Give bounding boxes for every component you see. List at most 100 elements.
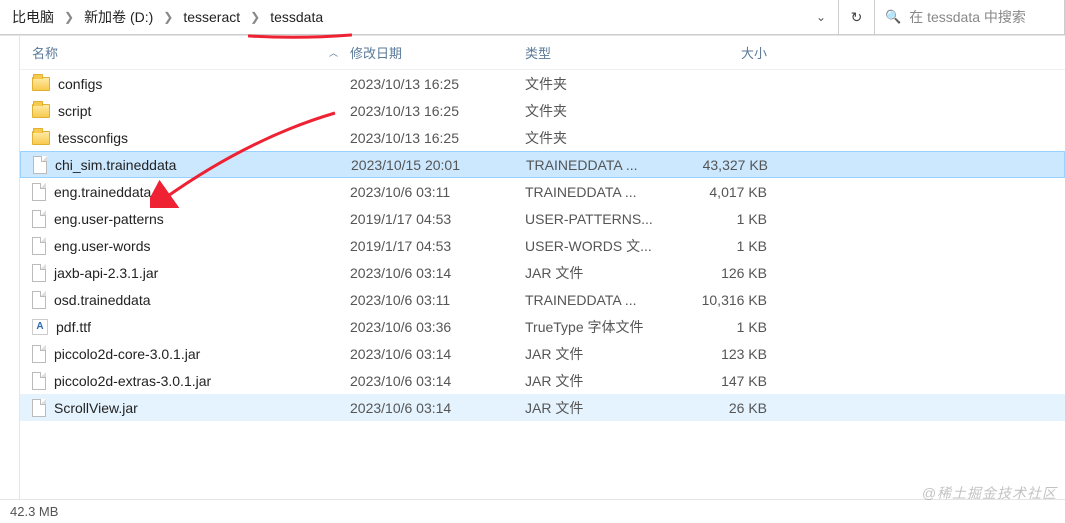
file-icon: [32, 372, 46, 390]
cell-date: 2019/1/17 04:53: [350, 211, 525, 227]
file-name: script: [58, 103, 91, 119]
table-row[interactable]: tessconfigs2023/10/13 16:25文件夹: [20, 124, 1065, 151]
cell-type: TRAINEDDATA ...: [525, 292, 685, 308]
file-list-area[interactable]: 名称 ︿ 修改日期 类型 大小 configs2023/10/13 16:25文…: [20, 36, 1065, 499]
cell-date: 2023/10/6 03:14: [350, 265, 525, 281]
file-name: jaxb-api-2.3.1.jar: [54, 265, 158, 281]
status-text: 42.3 MB: [10, 504, 58, 519]
table-row[interactable]: jaxb-api-2.3.1.jar 2023/10/6 03:14JAR 文件1…: [20, 259, 1065, 286]
nav-gutter: [0, 36, 20, 499]
font-icon: A: [32, 319, 48, 335]
table-row[interactable]: eng.user-patterns 2019/1/17 04:53USER-PAT…: [20, 205, 1065, 232]
breadcrumb-item[interactable]: 新加卷 (D:): [78, 7, 159, 27]
column-headers[interactable]: 名称 ︿ 修改日期 类型 大小: [20, 36, 1065, 70]
chevron-down-icon[interactable]: ⌄: [804, 10, 838, 24]
cell-size: 1 KB: [685, 238, 775, 254]
cell-type: TRAINEDDATA ...: [525, 184, 685, 200]
table-row[interactable]: eng.traineddata 2023/10/6 03:11TRAINEDDAT…: [20, 178, 1065, 205]
cell-date: 2023/10/13 16:25: [350, 130, 525, 146]
annotation-underline: [248, 26, 352, 32]
search-placeholder: 在 tessdata 中搜索: [909, 7, 1026, 27]
cell-date: 2019/1/17 04:53: [350, 238, 525, 254]
cell-size: 26 KB: [685, 400, 775, 416]
cell-date: 2023/10/6 03:11: [350, 292, 525, 308]
table-row[interactable]: configs2023/10/13 16:25文件夹: [20, 70, 1065, 97]
folder-icon: [32, 77, 50, 91]
file-name: piccolo2d-core-3.0.1.jar: [54, 346, 200, 362]
table-row[interactable]: script 2023/10/13 16:25文件夹: [20, 97, 1065, 124]
cell-type: 文件夹: [525, 101, 685, 121]
table-row[interactable]: eng.user-words 2019/1/17 04:53USER-WORDS …: [20, 232, 1065, 259]
column-header-size[interactable]: 大小: [685, 43, 775, 62]
column-header-name[interactable]: 名称 ︿: [20, 43, 350, 62]
cell-type: USER-PATTERNS...: [525, 211, 685, 227]
file-name: eng.user-patterns: [54, 211, 164, 227]
cell-date: 2023/10/15 20:01: [351, 157, 526, 173]
table-row[interactable]: chi_sim.traineddata2023/10/15 20:01TRAIN…: [20, 151, 1065, 178]
watermark: @稀土掘金技术社区: [922, 483, 1057, 503]
file-name: eng.traineddata: [54, 184, 151, 200]
chevron-right-icon[interactable]: ❯: [60, 10, 78, 24]
breadcrumb[interactable]: 比电脑 ❯ 新加卷 (D:) ❯ tesseract ❯ tessdata ⌄: [0, 0, 839, 35]
cell-name: eng.user-words: [20, 237, 350, 255]
cell-size: 4,017 KB: [685, 184, 775, 200]
breadcrumb-item[interactable]: tesseract: [177, 9, 246, 25]
status-bar: 42.3 MB: [0, 499, 1065, 523]
cell-size: 1 KB: [685, 211, 775, 227]
chevron-right-icon[interactable]: ❯: [159, 10, 177, 24]
cell-size: 10,316 KB: [685, 292, 775, 308]
file-name: tessconfigs: [58, 130, 128, 146]
cell-date: 2023/10/13 16:25: [350, 76, 525, 92]
file-icon: [32, 291, 46, 309]
search-input[interactable]: 🔍 在 tessdata 中搜索: [875, 0, 1065, 35]
cell-size: 1 KB: [685, 319, 775, 335]
file-name: eng.user-words: [54, 238, 151, 254]
file-icon: [32, 210, 46, 228]
content-area: 名称 ︿ 修改日期 类型 大小 configs2023/10/13 16:25文…: [0, 36, 1065, 499]
chevron-right-icon[interactable]: ❯: [246, 10, 264, 24]
cell-type: TrueType 字体文件: [525, 317, 685, 337]
cell-date: 2023/10/6 03:11: [350, 184, 525, 200]
cell-name: script: [20, 103, 350, 119]
table-row[interactable]: ScrollView.jar 2023/10/6 03:14JAR 文件26 KB: [20, 394, 1065, 421]
column-header-type[interactable]: 类型: [525, 43, 685, 62]
table-row[interactable]: piccolo2d-extras-3.0.1.jar2023/10/6 03:1…: [20, 367, 1065, 394]
cell-date: 2023/10/6 03:14: [350, 373, 525, 389]
cell-type: JAR 文件: [525, 371, 685, 391]
file-icon: [32, 183, 46, 201]
cell-name: eng.user-patterns: [20, 210, 350, 228]
cell-size: 123 KB: [685, 346, 775, 362]
table-row[interactable]: osd.traineddata2023/10/6 03:11TRAINEDDAT…: [20, 286, 1065, 313]
cell-type: JAR 文件: [525, 263, 685, 283]
breadcrumb-item-current[interactable]: tessdata: [264, 9, 329, 25]
breadcrumb-item[interactable]: 比电脑: [6, 7, 60, 27]
column-header-date[interactable]: 修改日期: [350, 43, 525, 62]
cell-date: 2023/10/13 16:25: [350, 103, 525, 119]
table-row[interactable]: Apdf.ttf2023/10/6 03:36TrueType 字体文件1 KB: [20, 313, 1065, 340]
sort-indicator-icon: ︿: [329, 46, 338, 59]
cell-name: piccolo2d-core-3.0.1.jar: [20, 345, 350, 363]
file-icon: [32, 399, 46, 417]
cell-type: USER-WORDS 文...: [525, 236, 685, 256]
file-icon: [32, 264, 46, 282]
folder-icon: [32, 131, 50, 145]
cell-size: 126 KB: [685, 265, 775, 281]
cell-date: 2023/10/6 03:14: [350, 346, 525, 362]
folder-icon: [32, 104, 50, 118]
cell-name: jaxb-api-2.3.1.jar: [20, 264, 350, 282]
cell-size: 43,327 KB: [686, 157, 776, 173]
refresh-button[interactable]: ↻: [839, 0, 875, 35]
table-row[interactable]: piccolo2d-core-3.0.1.jar 2023/10/6 03:14J…: [20, 340, 1065, 367]
address-bar-row: 比电脑 ❯ 新加卷 (D:) ❯ tesseract ❯ tessdata ⌄ …: [0, 0, 1065, 36]
file-name: ScrollView.jar: [54, 400, 138, 416]
cell-date: 2023/10/6 03:36: [350, 319, 525, 335]
file-icon: [32, 237, 46, 255]
cell-type: JAR 文件: [525, 398, 685, 418]
cell-type: JAR 文件: [525, 344, 685, 364]
cell-name: piccolo2d-extras-3.0.1.jar: [20, 372, 350, 390]
cell-name: eng.traineddata: [20, 183, 350, 201]
cell-name: tessconfigs: [20, 130, 350, 146]
cell-date: 2023/10/6 03:14: [350, 400, 525, 416]
cell-name: chi_sim.traineddata: [21, 156, 351, 174]
cell-name: Apdf.ttf: [20, 319, 350, 335]
